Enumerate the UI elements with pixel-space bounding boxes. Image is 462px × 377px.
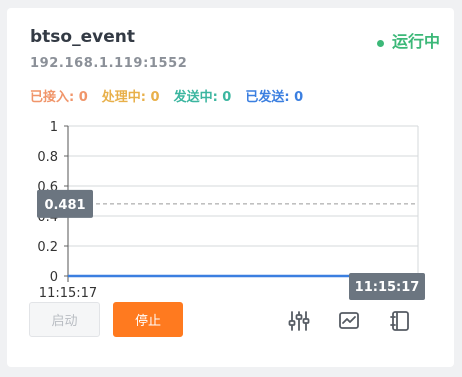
crosshair-y-label: 0.481 <box>44 198 85 213</box>
monitor-chart-icon[interactable] <box>338 310 360 332</box>
sliders-icon[interactable] <box>288 310 310 332</box>
log-notebook-icon[interactable] <box>389 310 411 332</box>
stop-button[interactable]: 停止 <box>113 302 183 337</box>
start-button[interactable]: 启动 <box>29 302 100 337</box>
x-tick-label: 11:15:17 <box>39 286 97 301</box>
y-tick-label: 0 <box>50 270 58 285</box>
y-tick-label: 0.8 <box>37 150 58 165</box>
y-tick-label: 0.2 <box>37 240 58 255</box>
y-tick-label: 1 <box>50 120 58 135</box>
crosshair-x-label: 11:15:17 <box>355 280 420 295</box>
